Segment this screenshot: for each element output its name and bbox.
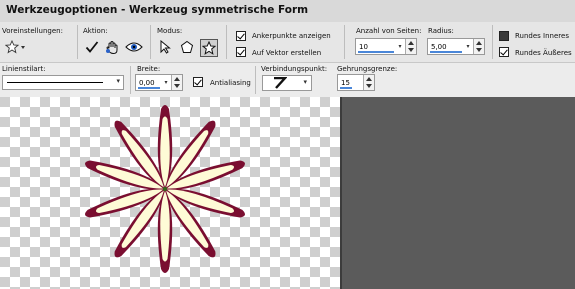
round-inner-checkbox[interactable] — [499, 31, 509, 41]
sides-dropdown-icon[interactable]: ▾ — [396, 39, 404, 54]
join-label: Verbindungspunkt: — [261, 65, 328, 73]
solid-line-preview — [7, 82, 103, 83]
width-underline — [138, 87, 160, 89]
miter-label: Gehrungsgrenze: — [337, 65, 398, 73]
miter-spinner[interactable] — [363, 75, 374, 90]
sides-underline — [358, 51, 394, 53]
options-title-bar: Werkzeugoptionen - Werkzeug symmetrische… — [0, 0, 575, 22]
round-outer-label: Rundes Äußeres — [515, 49, 572, 57]
radius-label: Radius: — [428, 27, 454, 35]
radius-value: 5,00 — [431, 43, 447, 51]
apply-check-icon — [85, 41, 99, 53]
round-outer-checkbox[interactable] — [499, 47, 509, 57]
chevron-down-icon: ▾ — [116, 77, 120, 85]
width-spinner[interactable] — [171, 75, 182, 90]
width-value: 0,00 — [139, 79, 155, 87]
separator — [255, 66, 256, 94]
antialias-checkbox[interactable] — [193, 77, 203, 87]
radius-dropdown-icon[interactable]: ▾ — [464, 39, 472, 54]
presets-dropdown[interactable] — [4, 39, 28, 55]
sides-value: 10 — [359, 43, 368, 51]
hand-drag-icon — [105, 40, 117, 54]
eye-icon — [125, 42, 143, 52]
radius-input[interactable]: 5,00 ▾ — [427, 38, 485, 55]
line-style-label: Linienstilart: — [2, 65, 46, 73]
anchor-points-label: Ankerpunkte anzeigen — [252, 32, 331, 40]
action-label: Aktion: — [83, 27, 108, 35]
mode-label: Modus: — [157, 27, 183, 35]
apply-button[interactable] — [84, 39, 100, 55]
line-style-dropdown[interactable]: ▾ — [2, 75, 124, 90]
star-preset-icon — [5, 40, 25, 54]
separator — [226, 25, 227, 59]
canvas-svg — [0, 97, 340, 289]
join-dropdown[interactable]: ▾ — [262, 75, 312, 91]
flower-center — [163, 187, 167, 191]
separator — [344, 25, 345, 59]
sides-spinner[interactable] — [405, 39, 416, 54]
radius-underline — [430, 51, 462, 53]
pan-button[interactable] — [104, 39, 120, 55]
width-label: Breite: — [137, 65, 161, 73]
separator — [492, 25, 493, 59]
chevron-down-icon: ▾ — [303, 78, 307, 86]
round-inner-label: Rundes Inneres — [515, 32, 569, 40]
width-input[interactable]: 0,00 ▾ — [135, 74, 183, 91]
create-on-vector-label: Auf Vektor erstellen — [252, 49, 322, 57]
star-mode-icon — [202, 41, 216, 55]
window-title: Werkzeugoptionen - Werkzeug symmetrische… — [6, 4, 309, 16]
anchor-points-checkbox[interactable] — [236, 31, 246, 41]
sides-label: Anzahl von Seiten: — [356, 27, 422, 35]
mode-edit-button[interactable] — [158, 39, 174, 55]
sides-input[interactable]: 10 ▾ — [355, 38, 417, 55]
image-canvas[interactable] — [0, 97, 340, 289]
separator — [77, 25, 78, 59]
visibility-button[interactable] — [124, 39, 144, 55]
workspace-background — [340, 97, 575, 289]
miter-join-icon — [274, 77, 287, 89]
pentagon-icon — [180, 40, 194, 53]
pen-node-icon — [160, 40, 171, 54]
radius-spinner[interactable] — [473, 39, 484, 54]
antialias-label: Antialiasing — [210, 79, 251, 87]
presets-label: Voreinstellungen: — [2, 27, 63, 35]
tool-options-row-2: Linienstilart: ▾ Breite: 0,00 ▾ Antialia… — [0, 62, 575, 98]
mode-polygon-button[interactable] — [179, 39, 195, 55]
width-dropdown-icon[interactable]: ▾ — [162, 75, 170, 90]
miter-underline — [340, 87, 352, 89]
miter-input[interactable]: 15 — [337, 74, 375, 91]
create-on-vector-checkbox[interactable] — [236, 47, 246, 57]
mode-star-button[interactable] — [200, 39, 218, 57]
miter-value: 15 — [341, 79, 350, 87]
tool-options-row-1: Voreinstellungen: Aktion: Modus: Ankerpu… — [0, 22, 575, 62]
separator — [150, 25, 151, 59]
separator — [130, 66, 131, 94]
